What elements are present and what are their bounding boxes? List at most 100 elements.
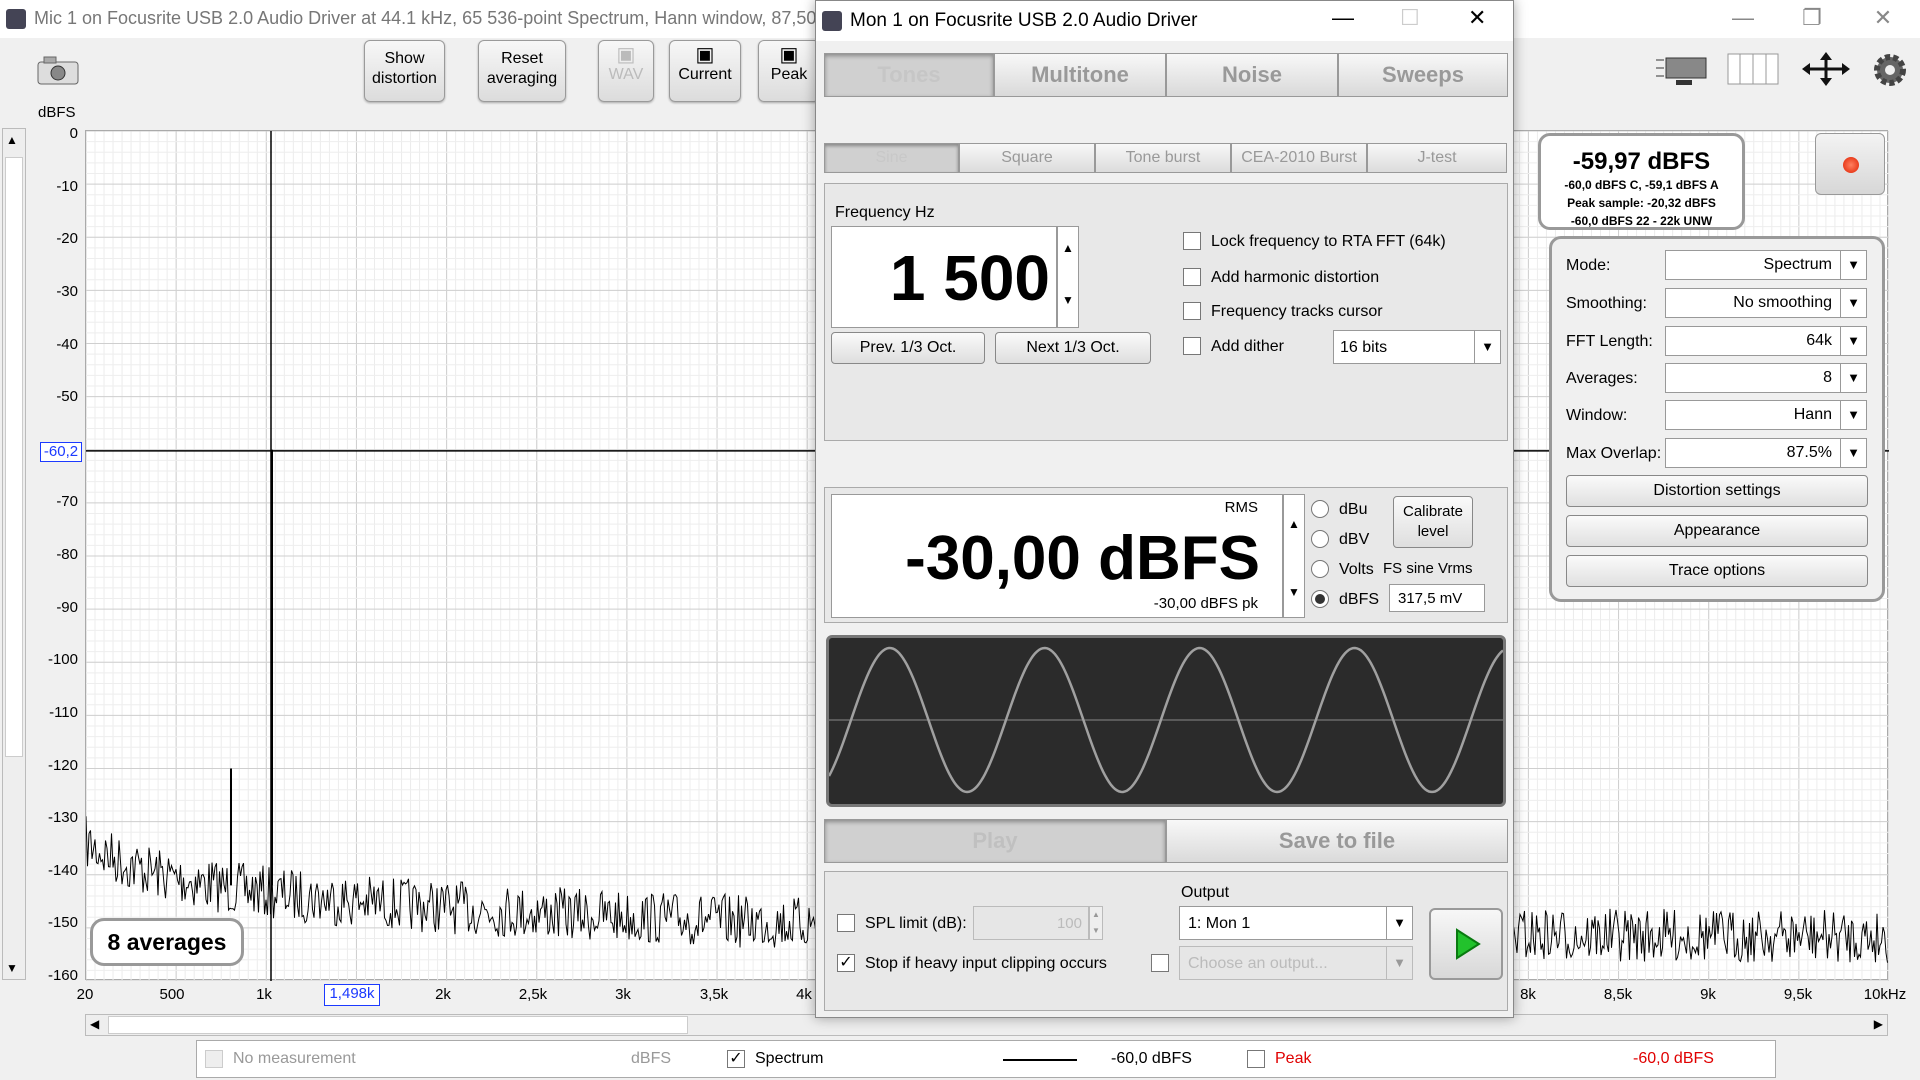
record-button[interactable]	[1815, 133, 1885, 195]
frequency-spinner[interactable]: ▲ ▼	[1057, 226, 1079, 328]
chevron-down-icon: ▼	[1474, 331, 1500, 363]
frequency-group: Frequency Hz 1 500 ▲ ▼ Prev. 1/3 Oct. Ne…	[824, 183, 1508, 441]
show-distortion-button[interactable]: Show distortion	[364, 40, 445, 102]
peak-checkbox[interactable]	[1247, 1050, 1265, 1068]
analyser-settings-panel: Mode: Spectrum ▼ Smoothing: No smoothing ▼…	[1549, 236, 1885, 602]
peak-value: -60,0 dBFS	[1633, 1050, 1714, 1067]
mode-select[interactable]: Spectrum ▼	[1665, 250, 1867, 280]
reset-averaging-button[interactable]: Reset averaging	[478, 40, 566, 102]
y-tick-label: -10	[56, 177, 78, 195]
choose-output-select[interactable]: Choose an output... ▼	[1179, 946, 1413, 980]
add-dither-label: Add dither	[1211, 338, 1284, 355]
next-third-octave-button[interactable]: Next 1/3 Oct.	[995, 332, 1151, 364]
minimize-button[interactable]: —	[1332, 5, 1354, 31]
spl-limit-input[interactable]: 100	[973, 906, 1089, 940]
spl-limit-checkbox[interactable]	[837, 914, 855, 932]
unit-dbu-radio[interactable]	[1311, 500, 1329, 518]
minimize-button[interactable]: —	[1714, 0, 1772, 38]
screenshot-camera-icon[interactable]	[34, 52, 82, 88]
second-output-checkbox[interactable]	[1151, 954, 1169, 972]
unit-dbu-label: dBu	[1339, 501, 1368, 518]
app-icon	[822, 11, 842, 31]
start-output-button[interactable]	[1429, 908, 1503, 980]
restore-button[interactable]: ❐	[1783, 0, 1841, 38]
play-icon	[1456, 928, 1481, 960]
y-tick-label: -70	[56, 493, 78, 511]
maximize-button[interactable]: ☐	[1400, 5, 1420, 31]
layout-icon[interactable]	[1654, 50, 1708, 88]
x-tick-label: 2,5k	[518, 986, 548, 1003]
y-tick-label: -150	[47, 914, 78, 932]
add-harmonic-checkbox[interactable]	[1183, 268, 1201, 286]
chevron-down-icon: ▼	[1840, 439, 1866, 467]
x-tick-label: 9k	[1700, 986, 1716, 1003]
scroll-up-icon[interactable]: ▲	[6, 133, 18, 147]
generator-titlebar: Mon 1 on Focusrite USB 2.0 Audio Driver …	[816, 1, 1513, 41]
chevron-down-icon: ▼	[1840, 364, 1866, 392]
spl-limit-label: SPL limit (dB):	[865, 915, 967, 932]
x-tick-label: 500	[159, 986, 185, 1003]
subtab-sine[interactable]: Sine	[824, 143, 959, 173]
add-dither-checkbox[interactable]	[1183, 337, 1201, 355]
play-button[interactable]: Play	[824, 819, 1166, 863]
subtab-tone-burst[interactable]: Tone burst	[1095, 143, 1231, 173]
arrow-down-icon[interactable]: ▼	[1062, 293, 1074, 307]
distortion-settings-button[interactable]: Distortion settings	[1566, 475, 1868, 507]
save-disk-icon: ▣	[616, 44, 636, 66]
scroll-right-icon[interactable]: ▶	[1874, 1017, 1883, 1031]
frequency-input[interactable]: 1 500	[831, 226, 1057, 328]
tab-sweeps[interactable]: Sweeps	[1338, 53, 1508, 97]
peak-save-button[interactable]: ▣ Peak	[758, 40, 820, 102]
unit-dbv-radio[interactable]	[1311, 530, 1329, 548]
unit-dbfs-radio[interactable]	[1311, 590, 1329, 608]
current-save-button[interactable]: ▣ Current	[669, 40, 741, 102]
gear-icon[interactable]	[1870, 50, 1910, 90]
arrow-up-icon[interactable]: ▲	[1288, 517, 1300, 531]
appearance-button[interactable]: Appearance	[1566, 515, 1868, 547]
scroll-left-icon[interactable]: ◀	[90, 1017, 99, 1031]
scroll-down-icon[interactable]: ▼	[6, 961, 18, 975]
subtab-cea-burst[interactable]: CEA-2010 Burst	[1231, 143, 1367, 173]
close-button[interactable]: ✕	[1854, 0, 1912, 38]
lock-frequency-checkbox[interactable]	[1183, 232, 1201, 250]
readout-unweighted: -60,0 dBFS 22 - 22k UNW	[1570, 214, 1713, 228]
no-measurement-unit: dBFS	[631, 1050, 672, 1067]
frequency-tracks-checkbox[interactable]	[1183, 302, 1201, 320]
averages-select[interactable]: 8 ▼	[1665, 363, 1867, 393]
prev-third-octave-button[interactable]: Prev. 1/3 Oct.	[831, 332, 985, 364]
window-select[interactable]: Hann ▼	[1665, 400, 1867, 430]
trace-options-button[interactable]: Trace options	[1566, 555, 1868, 587]
spectrum-checkbox[interactable]: ✓	[727, 1050, 745, 1068]
tab-multitone[interactable]: Multitone	[994, 53, 1166, 97]
arrow-up-icon[interactable]: ▲	[1062, 241, 1074, 255]
chevron-down-icon: ▼	[1840, 327, 1866, 355]
fft-length-select[interactable]: 64k ▼	[1665, 326, 1867, 356]
no-measurement-checkbox[interactable]	[205, 1050, 223, 1068]
level-spinner[interactable]: ▲ ▼	[1283, 494, 1305, 618]
calibrate-level-button[interactable]: Calibrate level	[1393, 496, 1473, 548]
rms-label: RMS	[1224, 499, 1258, 516]
close-button[interactable]: ✕	[1468, 5, 1486, 31]
tab-tones[interactable]: Tones	[824, 53, 994, 97]
stop-clipping-checkbox[interactable]: ✓	[837, 954, 855, 972]
wav-save-button[interactable]: ▣ WAV	[598, 40, 654, 102]
move-arrows-icon[interactable]	[1800, 50, 1852, 88]
level-input[interactable]: RMS -30,00 dBFS -30,00 dBFS pk	[831, 494, 1283, 618]
smoothing-select[interactable]: No smoothing ▼	[1665, 288, 1867, 318]
output-select[interactable]: 1: Mon 1 ▼	[1179, 906, 1413, 940]
spl-limit-spinner[interactable]: ▲ ▼	[1089, 906, 1103, 940]
max-overlap-select[interactable]: 87.5% ▼	[1665, 438, 1867, 468]
save-to-file-button[interactable]: Save to file	[1166, 819, 1508, 863]
subtab-j-test[interactable]: J-test	[1367, 143, 1507, 173]
horizontal-scroll-thumb[interactable]	[108, 1016, 688, 1034]
unit-volts-radio[interactable]	[1311, 560, 1329, 578]
arrow-down-icon[interactable]: ▼	[1288, 585, 1300, 599]
fs-sine-input[interactable]: 317,5 mV	[1389, 584, 1485, 612]
columns-icon[interactable]	[1726, 50, 1780, 88]
subtab-square[interactable]: Square	[959, 143, 1095, 173]
tab-noise[interactable]: Noise	[1166, 53, 1338, 97]
x-tick-label: 20	[76, 986, 94, 1003]
level-readout[interactable]: -59,97 dBFS -60,0 dBFS C, -59,1 dBFS A P…	[1538, 133, 1745, 230]
dither-bits-select[interactable]: 16 bits ▼	[1333, 330, 1501, 364]
x-tick-label: 1k	[256, 986, 272, 1003]
